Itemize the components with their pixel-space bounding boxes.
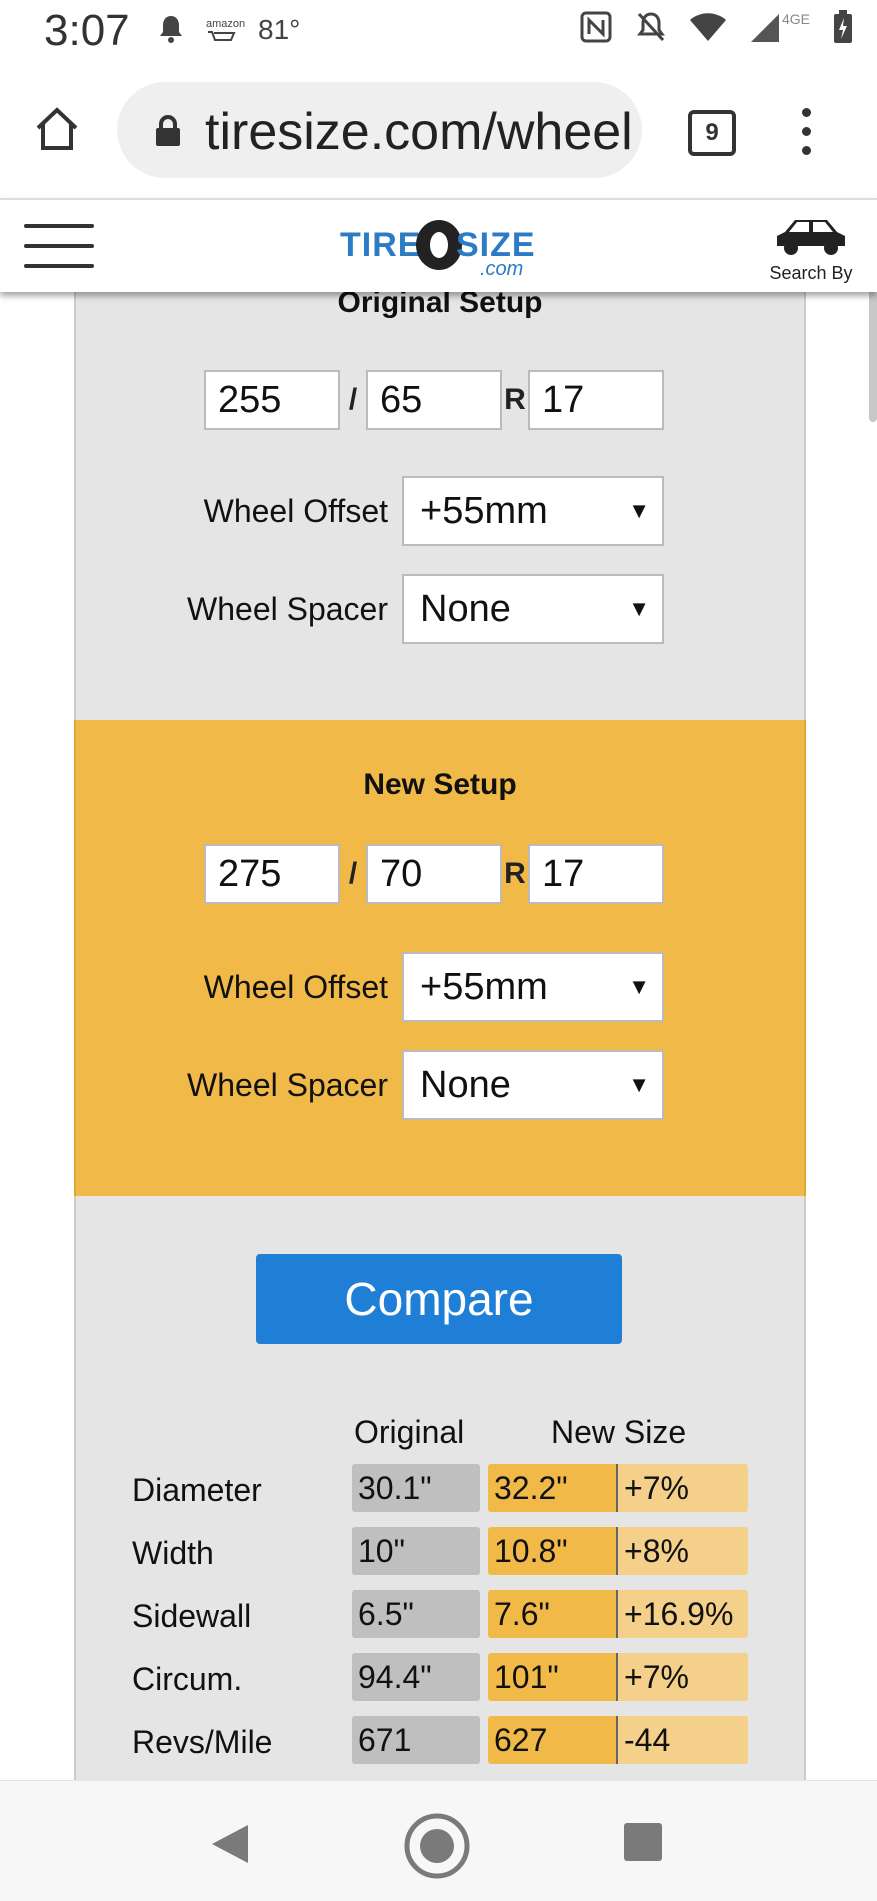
original-value: 30.1" [352, 1464, 480, 1512]
wheel-offset-label: Wheel Offset [203, 968, 388, 1005]
back-button-icon[interactable] [210, 1823, 250, 1870]
new-value: 10.8" [488, 1527, 618, 1575]
new-width-input[interactable]: 275 [204, 844, 340, 904]
difference-value: +16.9% [618, 1590, 748, 1638]
row-label: Circum. [132, 1661, 243, 1697]
new-value: 32.2" [488, 1464, 618, 1512]
battery-icon [833, 10, 853, 49]
original-setup-title: Original Setup [337, 290, 543, 319]
svg-text:4GE: 4GE [782, 11, 810, 27]
dropdown-arrow-icon: ▼ [628, 596, 650, 621]
difference-value: +8% [618, 1527, 748, 1575]
original-offset-select[interactable]: +55mm ▼ [402, 476, 664, 546]
difference-value: +7% [618, 1653, 748, 1701]
size-slash: / [348, 857, 358, 890]
new-spacer-select[interactable]: None ▼ [402, 1050, 664, 1120]
dropdown-arrow-icon: ▼ [628, 498, 650, 523]
new-setup-title: New Setup [363, 768, 517, 801]
signal-icon: 4GE [749, 10, 811, 49]
status-bar: 3:07 amazon 81° 4GE [0, 0, 877, 64]
url-text: tiresize.com/wheel [205, 103, 633, 161]
row-label: Diameter [132, 1472, 262, 1508]
original-value: 94.4" [352, 1653, 480, 1701]
table-row: Revs/Mile 671 627 -44 [0, 1716, 877, 1766]
dropdown-arrow-icon: ▼ [628, 974, 650, 999]
car-icon [777, 220, 845, 255]
new-rim-input[interactable]: 17 [528, 844, 664, 904]
wheel-spacer-label: Wheel Spacer [187, 1066, 388, 1103]
overflow-menu-button[interactable] [802, 108, 812, 165]
amazon-label: amazon [206, 18, 246, 30]
status-time: 3:07 [44, 6, 130, 55]
original-width-input[interactable]: 255 [204, 370, 340, 430]
hamburger-menu-icon[interactable] [24, 224, 94, 284]
android-nav-bar [0, 1780, 877, 1901]
new-offset-select[interactable]: +55mm ▼ [402, 952, 664, 1022]
table-row: Width 10" 10.8" +8% [0, 1527, 877, 1577]
original-value: 671 [352, 1716, 480, 1764]
table-row: Diameter 30.1" 32.2" +7% [0, 1464, 877, 1514]
bell-icon [158, 14, 184, 49]
new-offset-value: +55mm [420, 966, 548, 1008]
home-icon [36, 107, 78, 150]
nfc-icon [579, 10, 613, 49]
logo-text-com: .com [480, 258, 524, 280]
original-size-row: 255 / 65 R 17 [204, 370, 664, 430]
table-row: Circum. 94.4" 101" +7% [0, 1653, 877, 1703]
new-value: 627 [488, 1716, 618, 1764]
wifi-icon [689, 11, 727, 48]
lock-icon [153, 114, 183, 153]
original-setup-panel: Original Setup 255 / 65 R 17 Wheel Offse… [74, 290, 806, 720]
site-header: TIRE SIZE .com Search By [0, 198, 877, 292]
row-label: Revs/Mile [132, 1724, 273, 1760]
status-icons: 4GE [579, 10, 853, 49]
mute-icon [635, 10, 667, 49]
header-new-size: New Size [551, 1414, 687, 1450]
recent-apps-icon[interactable] [624, 1823, 662, 1861]
original-offset-row: Wheel Offset +55mm ▼ [76, 476, 804, 546]
new-setup-panel: New Setup 275 / 70 R 17 Wheel Offset +55… [74, 720, 806, 1196]
original-spacer-row: Wheel Spacer None ▼ [76, 574, 804, 644]
tab-switcher-button[interactable]: 9 [688, 110, 736, 156]
status-temperature: 81° [258, 14, 301, 45]
amazon-icon: amazon [206, 18, 245, 47]
new-spacer-value: None [420, 1064, 511, 1106]
difference-value: +7% [618, 1464, 748, 1512]
compare-button[interactable]: Compare [256, 1254, 622, 1344]
home-circle-icon[interactable] [404, 1813, 470, 1884]
original-value: 10" [352, 1527, 480, 1575]
wheel-offset-label: Wheel Offset [203, 492, 388, 529]
logo-text-tire: TIRE [340, 226, 422, 264]
search-by-label: Search By [769, 263, 853, 283]
wheel-spacer-label: Wheel Spacer [187, 590, 388, 627]
home-button[interactable] [32, 104, 82, 154]
original-spacer-value: None [420, 588, 511, 630]
difference-value: -44 [618, 1716, 748, 1764]
new-aspect-input[interactable]: 70 [366, 844, 502, 904]
original-spacer-select[interactable]: None ▼ [402, 574, 664, 644]
new-value: 7.6" [488, 1590, 618, 1638]
header-original: Original [354, 1414, 465, 1450]
new-value: 101" [488, 1653, 618, 1701]
new-offset-row: Wheel Offset +55mm ▼ [76, 952, 804, 1022]
original-offset-value: +55mm [420, 490, 548, 532]
original-value: 6.5" [352, 1590, 480, 1638]
row-label: Width [132, 1535, 214, 1571]
original-rim-input[interactable]: 17 [528, 370, 664, 430]
size-slash: / [348, 383, 358, 416]
rim-r-label: R [504, 383, 526, 416]
page-scrollbar[interactable] [869, 290, 877, 422]
address-bar[interactable]: tiresize.com/wheel [117, 82, 642, 178]
search-by-button[interactable]: Search By [763, 212, 859, 284]
dropdown-arrow-icon: ▼ [628, 1072, 650, 1097]
new-spacer-row: Wheel Spacer None ▼ [76, 1050, 804, 1120]
new-size-row: 275 / 70 R 17 [204, 844, 664, 904]
row-label: Sidewall [132, 1598, 252, 1634]
browser-toolbar: tiresize.com/wheel 9 [0, 64, 877, 198]
table-row: Sidewall 6.5" 7.6" +16.9% [0, 1590, 877, 1640]
original-aspect-input[interactable]: 65 [366, 370, 502, 430]
page-content: Original Setup 255 / 65 R 17 Wheel Offse… [0, 290, 877, 1780]
rim-r-label: R [504, 857, 526, 890]
